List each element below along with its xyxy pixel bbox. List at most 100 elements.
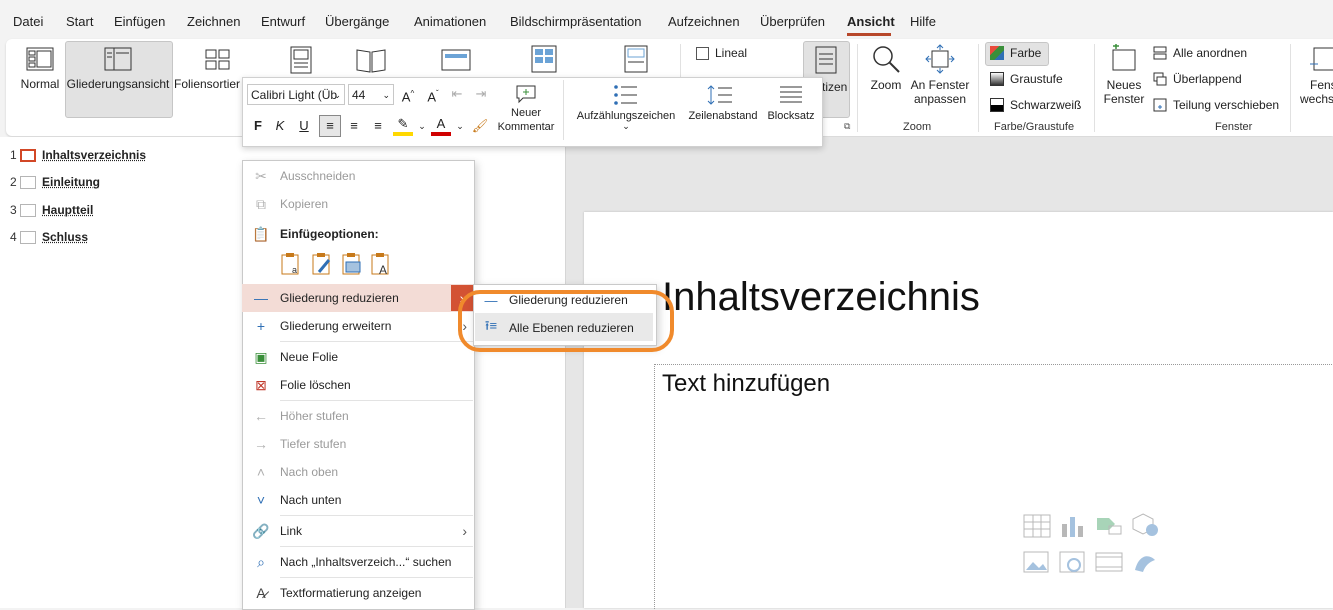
scissors-icon: ✂	[242, 168, 280, 185]
shrink-font-icon[interactable]: Aˇ	[423, 84, 443, 104]
outline-item-title[interactable]: Hauptteil	[42, 203, 93, 217]
tab-bildschirmpraesentation[interactable]: Bildschirmpräsentation	[510, 14, 642, 29]
search-icon: ⌕	[242, 554, 280, 571]
insert-chart-icon[interactable]	[1059, 514, 1087, 538]
highlight-color-icon[interactable]: ✎	[393, 116, 413, 136]
increase-indent-icon[interactable]: ⇥	[471, 84, 491, 104]
blackwhite-icon	[990, 98, 1004, 112]
content-placeholder[interactable]	[654, 364, 1333, 609]
grayscale-row[interactable]: Graustufe	[990, 72, 1063, 86]
placeholder-text[interactable]: Text hinzufügen	[662, 370, 830, 398]
zoom-button[interactable]: Zoom	[866, 44, 906, 92]
italic-button[interactable]: K	[270, 116, 290, 136]
tab-uebergaenge[interactable]: Übergänge	[325, 14, 389, 29]
insert-3d-model-icon[interactable]	[1131, 512, 1159, 536]
chevron-down-icon[interactable]: ⌄	[412, 116, 432, 136]
outline-view-label: Gliederungsansicht	[67, 77, 170, 91]
paste-picture-icon[interactable]	[341, 252, 363, 276]
outline-view-content[interactable]: Gliederungsansicht	[65, 47, 171, 91]
zoom-icon	[871, 44, 901, 74]
cascade-row[interactable]: Überlappend	[1153, 72, 1242, 86]
outline-item[interactable]: 3 Hauptteil	[10, 203, 93, 217]
menu-item-show-formatting[interactable]: A̷ Textformatierung anzeigen	[242, 579, 473, 607]
insert-picture-icon[interactable]	[1023, 550, 1051, 574]
font-family-select[interactable]: Calibri Light (Üb ⌄	[247, 84, 345, 105]
new-window-button[interactable]: Neues Fenster	[1102, 44, 1146, 106]
underline-button[interactable]: U	[294, 116, 314, 136]
insert-smartart-icon[interactable]	[1095, 514, 1123, 538]
chevron-down-icon: ⌄	[333, 85, 341, 106]
grow-font-icon[interactable]: A^	[398, 84, 418, 104]
fit-window-button[interactable]: An Fenster anpassen	[910, 44, 970, 106]
align-right-icon[interactable]: ≡	[368, 116, 388, 136]
normal-view-button[interactable]: Normal	[15, 47, 65, 91]
insert-video-icon[interactable]	[1095, 550, 1123, 574]
outline-item-title[interactable]: Schluss	[42, 230, 88, 244]
tab-hilfe[interactable]: Hilfe	[910, 14, 936, 29]
bold-button[interactable]: F	[248, 116, 268, 136]
paste-use-destination-theme-icon[interactable]: a	[280, 252, 302, 276]
slide-sorter-button[interactable]: Foliensortier	[174, 47, 244, 91]
paste-keep-source-formatting-icon[interactable]	[311, 252, 333, 276]
tab-einfuegen[interactable]: Einfügen	[114, 14, 165, 29]
switch-window-button[interactable]: Fens wechs	[1298, 44, 1333, 106]
outline-item[interactable]: 2 Einleitung	[10, 175, 100, 189]
ruler-checkbox-row[interactable]: Lineal	[696, 46, 747, 60]
insert-icons-icon[interactable]	[1131, 550, 1159, 574]
color-row[interactable]: Farbe	[990, 46, 1041, 60]
menu-item-delete-slide[interactable]: ⊠ Folie löschen	[242, 371, 473, 399]
menu-item-move-down[interactable]: ˅ Nach unten	[242, 486, 473, 514]
dialog-launcher-icon[interactable]: ⧉	[844, 121, 850, 132]
outline-item[interactable]: 4 Schluss	[10, 230, 88, 244]
align-left-icon[interactable]: ≡	[319, 115, 341, 137]
outline-item-title[interactable]: Einleitung	[42, 175, 100, 189]
menu-item-move-up[interactable]: ˄ Nach oben	[242, 458, 473, 486]
new-comment-button[interactable]: Neuer Kommentar	[494, 84, 558, 134]
tab-ansicht[interactable]: Ansicht	[847, 14, 895, 29]
tab-aufzeichnen[interactable]: Aufzeichnen	[668, 14, 740, 29]
switch-window-label-2: wechs	[1298, 92, 1333, 106]
insert-stock-image-icon[interactable]	[1059, 550, 1087, 574]
bullets-button[interactable]: Aufzählungszeichen ⌄	[572, 84, 680, 130]
ruler-checkbox[interactable]	[696, 47, 709, 60]
blackwhite-label: Schwarzweiß	[1010, 98, 1081, 112]
line-spacing-button[interactable]: Zeilenabstand	[684, 84, 762, 122]
menu-item-copy[interactable]: ⧉ Kopieren	[242, 190, 473, 218]
outline-item-title[interactable]: Inhaltsverzeichnis	[42, 148, 146, 162]
format-painter-icon[interactable]: 🖌	[470, 116, 490, 136]
slide-title[interactable]: Inhaltsverzeichnis	[662, 275, 980, 320]
menu-item-expand-outline[interactable]: + Gliederung erweitern ›	[242, 312, 473, 340]
chevron-down-icon[interactable]: ⌄	[450, 116, 470, 136]
tab-animationen[interactable]: Animationen	[414, 14, 486, 29]
tab-start[interactable]: Start	[66, 14, 93, 29]
font-size-select[interactable]: 44 ⌄	[348, 84, 394, 105]
align-center-icon[interactable]: ≡	[344, 116, 364, 136]
switch-window-icon	[1310, 44, 1333, 74]
menu-item-promote[interactable]: ← Höher stufen	[242, 402, 473, 430]
tab-entwurf[interactable]: Entwurf	[261, 14, 305, 29]
reading-view-icon[interactable]	[355, 46, 387, 74]
tab-zeichnen[interactable]: Zeichnen	[187, 14, 240, 29]
menu-item-search[interactable]: ⌕ Nach „Inhaltsverzeich...“ suchen	[242, 548, 473, 576]
menu-item-new-slide[interactable]: ▣ Neue Folie	[242, 343, 473, 371]
slide-master-icon[interactable]	[440, 46, 472, 74]
outline-item[interactable]: 1 Inhaltsverzeichnis	[10, 148, 146, 162]
notes-label: tizen	[822, 80, 847, 94]
menu-item-collapse-outline[interactable]: — Gliederung reduzieren	[242, 284, 473, 312]
handout-master-icon[interactable]	[530, 44, 558, 74]
tab-ueberpruefen[interactable]: Überprüfen	[760, 14, 825, 29]
menu-item-demote[interactable]: → Tiefer stufen	[242, 430, 473, 458]
insert-table-icon[interactable]	[1023, 514, 1051, 538]
tab-datei[interactable]: Datei	[13, 14, 43, 29]
paste-text-only-icon[interactable]: A	[370, 252, 392, 276]
menu-item-cut[interactable]: ✂ Ausschneiden	[242, 162, 473, 190]
move-split-row[interactable]: Teilung verschieben	[1153, 98, 1279, 112]
arrange-all-row[interactable]: Alle anordnen	[1153, 46, 1247, 60]
menu-item-link[interactable]: 🔗 Link ›	[242, 517, 473, 545]
notes-master-icon[interactable]	[622, 44, 650, 74]
justify-button[interactable]: Blocksatz	[764, 84, 818, 122]
font-color-icon[interactable]: A	[431, 116, 451, 136]
decrease-indent-icon[interactable]: ⇤	[447, 84, 467, 104]
blackwhite-row[interactable]: Schwarzweiß	[990, 98, 1081, 112]
notes-page-icon[interactable]	[288, 46, 314, 74]
